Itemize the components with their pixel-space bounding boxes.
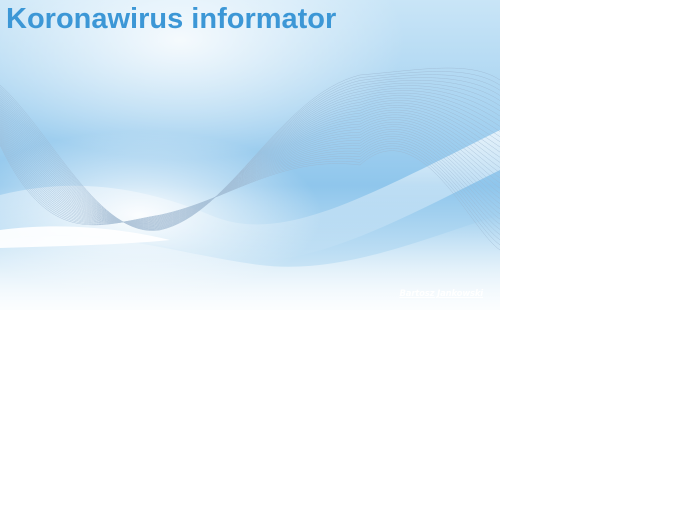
page-title: Koronawirus informator [6, 3, 337, 35]
title-banner: Koronawirus informator Bartosz Jankowski [0, 0, 500, 310]
page: Koronawirus informator Bartosz Jankowski [0, 0, 699, 531]
wave-background [0, 67, 500, 310]
author-link[interactable]: Bartosz Jankowski [400, 289, 484, 299]
